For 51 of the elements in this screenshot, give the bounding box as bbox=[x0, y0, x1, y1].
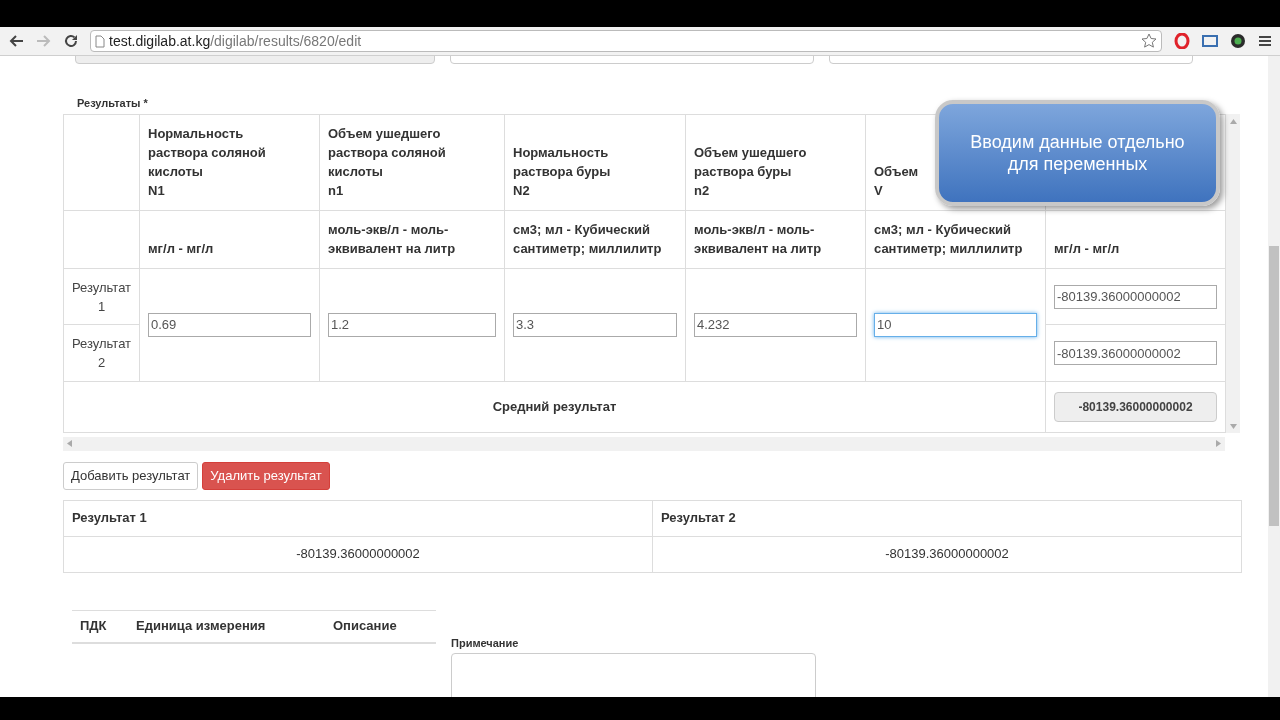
star-icon[interactable] bbox=[1141, 33, 1157, 49]
input-field[interactable]: 3.3 bbox=[513, 312, 677, 337]
scroll-down-icon[interactable] bbox=[1230, 423, 1237, 429]
back-icon[interactable] bbox=[8, 34, 24, 48]
column-header: Нормальность раствора соляной кислоты N1 bbox=[148, 125, 267, 201]
result-field[interactable]: -80139.36000000002 bbox=[1054, 341, 1217, 366]
input-field[interactable]: 10 bbox=[874, 312, 1037, 337]
average-value: -80139.36000000002 bbox=[1054, 391, 1217, 422]
column-header: ПДК bbox=[80, 618, 107, 634]
scroll-thumb[interactable] bbox=[1269, 246, 1279, 526]
forward-icon[interactable] bbox=[36, 34, 52, 48]
scroll-up-icon[interactable] bbox=[1230, 118, 1237, 124]
unit-label: моль-экв/л - моль-эквивалент на литр bbox=[328, 220, 457, 258]
delete-button[interactable]: Удалить результат bbox=[202, 461, 330, 490]
column-header: Нормальность раствора буры N2 bbox=[513, 144, 612, 201]
result-field[interactable]: -80139.36000000002 bbox=[1054, 284, 1217, 309]
scrollbar[interactable] bbox=[1226, 113, 1240, 433]
row-label: Результат 1 bbox=[70, 278, 133, 316]
callout: Вводим данные отдельно для переменных bbox=[935, 100, 1220, 206]
column-header: Объем ушедшего раствора соляной кислоты n1 bbox=[328, 125, 447, 201]
column-header: Объем ушедшего раствора буры n2 bbox=[694, 144, 808, 201]
section-label: Результаты * bbox=[77, 96, 148, 111]
extension-icon[interactable] bbox=[1230, 33, 1246, 49]
input-field[interactable]: 4.232 bbox=[694, 312, 857, 337]
column-header: Результат 1 bbox=[72, 510, 147, 526]
table-cell: -80139.36000000002 bbox=[885, 546, 1009, 562]
unit-label: мг/л - мг/л bbox=[1054, 239, 1121, 258]
table-cell: -80139.36000000002 bbox=[296, 546, 420, 562]
input-field[interactable]: 0.69 bbox=[148, 312, 311, 337]
unit-label: см3; мл - Кубический сантиметр; миллилитр bbox=[513, 220, 663, 258]
page-scrollbar[interactable] bbox=[1268, 56, 1280, 697]
column-header: Описание bbox=[333, 618, 397, 634]
row-label: Результат 2 bbox=[70, 335, 133, 373]
column-header: Объем V bbox=[874, 163, 919, 201]
unit-label: см3; мл - Кубический сантиметр; миллилитр bbox=[874, 220, 1024, 258]
average-label: Средний результат bbox=[492, 399, 617, 415]
input-field[interactable]: 1.2 bbox=[328, 312, 496, 337]
unit-label: мг/л - мг/л bbox=[148, 239, 215, 258]
menu-icon[interactable] bbox=[1258, 35, 1272, 47]
page-icon bbox=[95, 34, 105, 48]
add-button[interactable]: Добавить результат bbox=[63, 461, 199, 490]
horizontal-scrollbar[interactable] bbox=[63, 436, 1225, 451]
opera-icon[interactable] bbox=[1174, 33, 1190, 49]
scroll-right-icon[interactable] bbox=[1216, 440, 1221, 447]
unit-label: моль-экв/л - моль-эквивалент на литр bbox=[694, 220, 823, 258]
reload-icon[interactable] bbox=[64, 34, 78, 48]
column-header: Единица измерения bbox=[136, 618, 266, 634]
scroll-left-icon[interactable] bbox=[67, 440, 72, 447]
screen-icon[interactable] bbox=[1202, 34, 1218, 48]
note-label: Примечание bbox=[451, 635, 519, 651]
column-header: Результат 2 bbox=[661, 510, 736, 526]
